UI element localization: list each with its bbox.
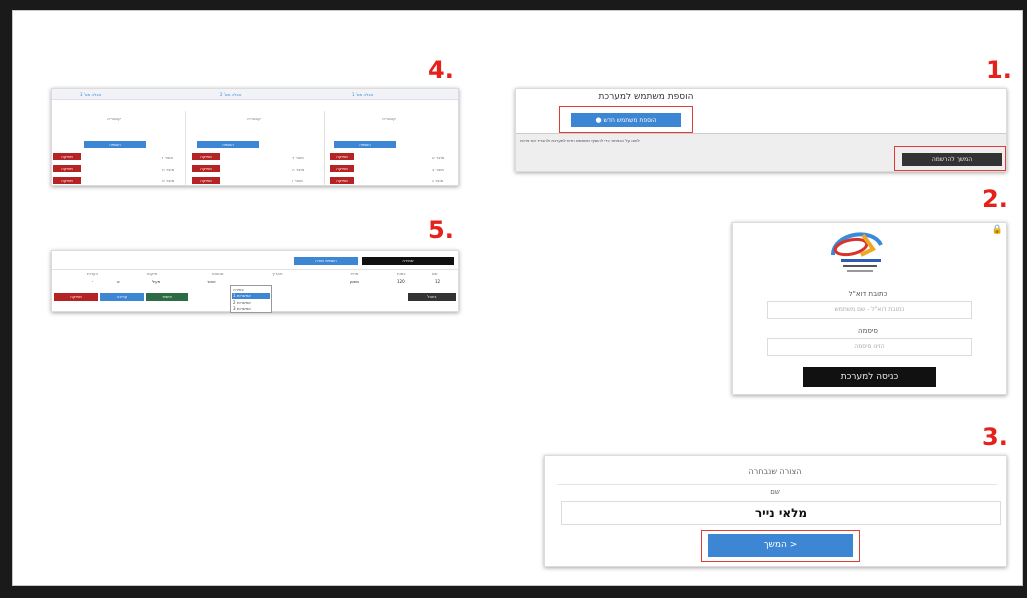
panel-data-grid: הוספת שורה שמירה שם כמות מחיר תאריך סטטו… [51,250,459,313]
column-header: תאריך [272,271,283,276]
column-divider [324,111,325,185]
add-user-title: הוספת משתמש למערכת [598,93,694,102]
lock-icon: 🔒 [991,225,1003,235]
panel-selection: הצורה שנבחרה שם מלאי נייר המשך > [544,455,1007,567]
cancel-button[interactable]: ביטול [408,293,456,301]
column-header[interactable]: טבלה מס' 3 [80,92,101,97]
column-header: מחיר [350,271,359,276]
cell-value: פעיל [152,279,161,284]
dropdown-option-selected[interactable]: אפשרות 1 [232,293,270,299]
step-number-1: 1. [986,56,1012,84]
tables-header-bar [52,89,458,100]
column-header: מיקום [147,271,158,276]
row-label: מוצר ז [162,155,174,160]
column-header: סטטוס [212,271,224,276]
column-subtitle: קטגוריה [382,116,396,121]
cell-value: 12 [435,279,441,284]
add-new-user-button[interactable]: ● הוספת משתמש חדש [571,113,681,127]
delete-button[interactable]: מחיקה [330,177,354,184]
cell-value: ינואר [207,279,216,284]
column-subtitle: קטגוריה [247,116,261,121]
delete-button[interactable]: מחיקה [53,177,81,184]
save-button[interactable]: שמירה [362,257,454,265]
delete-button[interactable]: מחיקה [53,165,81,172]
divider [52,269,458,270]
cell-value: 120 [397,279,405,284]
delete-button[interactable]: מחיקה [330,153,354,160]
step-number-4: 4. [428,56,454,84]
row-label: מוצר ו [292,178,303,183]
email-label: כתובת דוא"ל [848,291,888,298]
user-icon: ● [595,116,602,124]
cell-value: מחסן [350,279,360,284]
add-button[interactable]: הוספה [334,141,396,148]
column-header: שם [432,271,438,276]
column-subtitle: קטגוריה [107,116,121,121]
name-field[interactable]: מלאי נייר [561,501,1001,525]
login-button[interactable]: כניסה למערכת [803,367,936,387]
approve-button[interactable]: אישור [146,293,188,301]
delete-button[interactable]: מחיקה [192,165,220,172]
delete-button[interactable]: מחיקה [192,153,220,160]
row-label: מוצר ה [292,167,305,172]
dropdown-option[interactable]: בחירה [233,287,244,292]
row-label: מוצר ט [162,178,175,183]
dropdown-option[interactable]: אפשרות 2 [233,300,251,305]
delete-button[interactable]: מחיקה [54,293,98,301]
panel-tables: טבלה מס' 1 קטגוריה הוספה מוצר א מוצר ב מ… [51,88,459,186]
delete-button[interactable]: מחיקה [330,165,354,172]
step-number-3: 3. [982,423,1008,451]
column-header: הערות [87,271,99,276]
panel-login: 🔒 כתובת דוא"ל כתובת דוא"ל - שם משתמש סיס… [732,222,1007,395]
row-label: מוצר א [432,155,445,160]
dropdown-list[interactable]: בחירה אפשרות 1 אפשרות 2 אפשרות 3 [230,285,272,313]
cell-value: א [117,279,120,284]
selection-heading: הצורה שנבחרה [748,468,802,476]
delete-button[interactable]: מחיקה [192,177,220,184]
row-label: מוצר ב [432,167,445,172]
email-field[interactable]: כתובת דוא"ל - שם משתמש [767,301,972,319]
cell-value: - [92,279,94,284]
row-label: מוצר ג [432,178,444,183]
add-button[interactable]: הוספה [197,141,259,148]
notice-text: לחצו על הכפתור כדי להוסיף משתמש חדש למער… [520,139,640,143]
step-number-2: 2. [982,185,1008,213]
dropdown-option[interactable]: אפשרות 3 [233,306,251,311]
logo-image [829,225,889,277]
step-number-5: 5. [428,216,454,244]
row-label: מוצר ד [292,155,304,160]
panel-add-user: הוספת משתמש למערכת ● הוספת משתמש חדש לחצ… [515,88,1007,172]
column-header[interactable]: טבלה מס' 1 [352,92,373,97]
edit-button[interactable]: עריכה [100,293,144,301]
add-button[interactable]: הוספה [84,141,146,148]
password-field[interactable]: הזינו סיסמה [767,338,972,356]
divider [557,484,997,485]
add-row-button[interactable]: הוספת שורה [294,257,358,265]
column-header[interactable]: טבלה מס' 2 [220,92,241,97]
column-header: כמות [397,271,406,276]
column-divider [185,111,186,185]
continue-registration-button[interactable]: המשך להרשמה [902,153,1002,166]
continue-button[interactable]: המשך > [708,534,853,557]
password-label: סיסמה [858,328,878,335]
row-label: מוצר ח [162,167,175,172]
delete-button[interactable]: מחיקה [53,153,81,160]
name-label: שם [770,489,780,496]
